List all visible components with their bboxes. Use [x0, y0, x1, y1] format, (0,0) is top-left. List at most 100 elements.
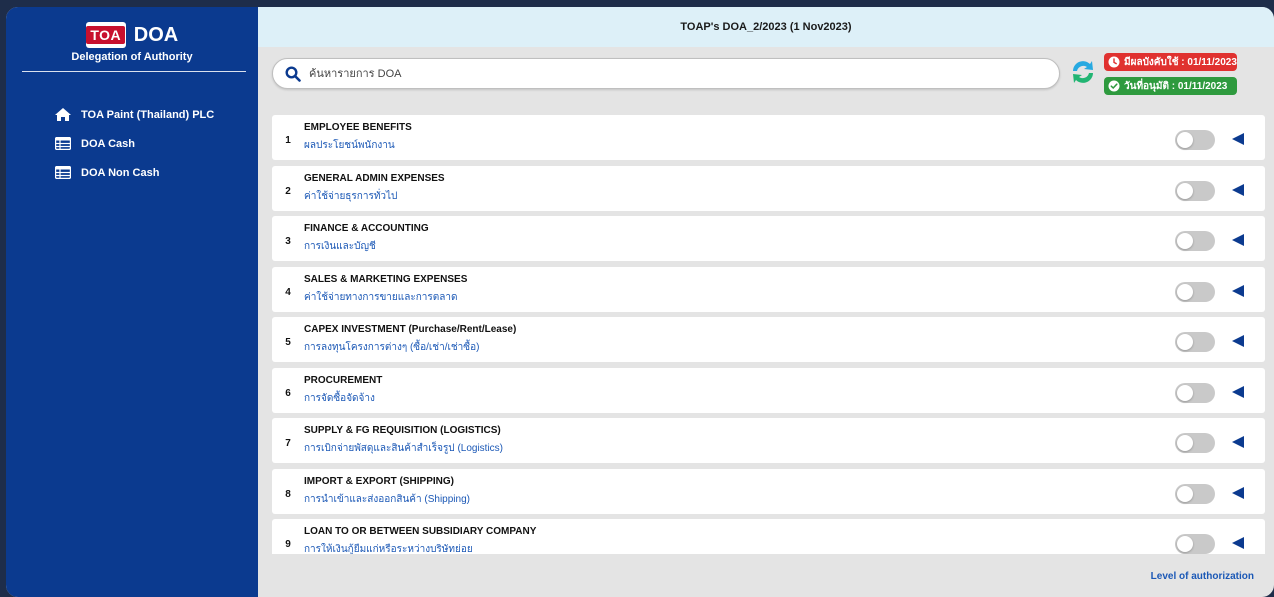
sidebar-item-doa-non-cash[interactable]: DOA Non Cash	[6, 158, 258, 187]
search-bar[interactable]	[272, 58, 1060, 89]
approval-date-badge: วันที่อนุมัติ : 01/11/2023	[1104, 77, 1237, 95]
row-toggle[interactable]	[1175, 130, 1215, 150]
sidebar-item-label: DOA Non Cash	[81, 166, 160, 179]
approval-date-text: วันที่อนุมัติ : 01/11/2023	[1124, 80, 1228, 92]
row-text: CAPEX INVESTMENT (Purchase/Rent/Lease) ก…	[304, 324, 1265, 355]
row-toggle[interactable]	[1175, 281, 1215, 302]
category-name-en: EMPLOYEE BENEFITS	[304, 122, 412, 133]
row-toggle[interactable]	[1175, 433, 1215, 453]
row-toggle[interactable]	[1175, 534, 1215, 554]
category-name-th: ค่าใช้จ่ายธุรการทั่วไป	[304, 190, 398, 202]
category-name-th: การจัดซื้อจัดจ้าง	[304, 392, 375, 404]
expand-arrow-icon[interactable]	[1231, 435, 1245, 449]
category-row[interactable]: 6 PROCUREMENT การจัดซื้อจัดจ้าง	[272, 367, 1265, 413]
expand-arrow-icon[interactable]	[1231, 385, 1245, 399]
app-window: TOA DOA Delegation of Authority TOA Pain…	[6, 7, 1274, 597]
category-name-en: GENERAL ADMIN EXPENSES	[304, 172, 445, 184]
category-name-en: LOAN TO OR BETWEEN SUBSIDIARY COMPANY	[304, 526, 537, 537]
toggle-knob	[1177, 536, 1193, 552]
row-toggle[interactable]	[1175, 180, 1215, 201]
row-toggle[interactable]	[1175, 332, 1215, 352]
home-icon	[54, 108, 72, 122]
row-text: EMPLOYEE BENEFITS ผลประโยชน์พนักงาน	[304, 122, 1265, 153]
row-text: LOAN TO OR BETWEEN SUBSIDIARY COMPANY กา…	[304, 526, 1265, 554]
sidebar-divider	[22, 71, 246, 72]
table-icon	[54, 166, 72, 180]
brand-name: DOA	[133, 23, 179, 46]
effective-date-badge: มีผลบังคับใช้ : 01/11/2023	[1104, 53, 1237, 71]
category-row[interactable]: 3 FINANCE & ACCOUNTING การเงินและบัญชี	[272, 216, 1265, 261]
row-number: 3	[285, 236, 291, 247]
clock-icon	[1108, 56, 1120, 68]
row-text: FINANCE & ACCOUNTING การเงินและบัญชี	[304, 223, 1265, 254]
main-content: TOAP's DOA_2/2023 (1 Nov2023) มีผลบังคับ…	[258, 7, 1274, 597]
check-circle-icon	[1108, 80, 1120, 92]
sidebar-item-toa-paint[interactable]: TOA Paint (Thailand) PLC	[6, 100, 258, 129]
row-text: IMPORT & EXPORT (SHIPPING) การนำเข้าและส…	[304, 476, 1265, 507]
category-name-th: การเบิกจ่ายพัสดุและสินค้าสำเร็จรูป (Logi…	[304, 443, 504, 454]
sidebar-nav: TOA Paint (Thailand) PLC DOA Cash DOA No…	[6, 100, 258, 187]
toggle-knob	[1177, 182, 1193, 199]
table-icon	[54, 137, 72, 151]
level-of-authorization-link[interactable]: Level of authorization	[1151, 571, 1254, 582]
sidebar-item-label: TOA Paint (Thailand) PLC	[81, 108, 215, 121]
toggle-knob	[1177, 485, 1193, 502]
category-row[interactable]: 8 IMPORT & EXPORT (SHIPPING) การนำเข้าแล…	[272, 468, 1265, 514]
category-name-th: การให้เงินกู้ยืมแก่หรือระหว่างบริษัทย่อย	[304, 544, 473, 554]
row-number: 4	[285, 286, 291, 298]
row-number: 2	[285, 185, 291, 197]
category-name-th: การลงทุนโครงการต่างๆ (ซื้อ/เช่า/เช่าซื้อ…	[304, 342, 480, 353]
toggle-knob	[1177, 233, 1193, 249]
expand-arrow-icon[interactable]	[1231, 132, 1245, 146]
row-number: 5	[285, 337, 291, 348]
page-title: TOAP's DOA_2/2023 (1 Nov2023)	[258, 7, 1274, 47]
category-name-en: PROCUREMENT	[304, 374, 383, 386]
search-icon	[285, 65, 301, 82]
doa-category-list: 1 EMPLOYEE BENEFITS ผลประโยชน์พนักงาน 2 …	[272, 115, 1265, 554]
toggle-knob	[1177, 132, 1193, 148]
category-name-en: CAPEX INVESTMENT (Purchase/Rent/Lease)	[304, 324, 517, 335]
category-row[interactable]: 4 SALES & MARKETING EXPENSES ค่าใช้จ่ายท…	[272, 266, 1265, 312]
category-row[interactable]: 2 GENERAL ADMIN EXPENSES ค่าใช้จ่ายธุรกา…	[272, 165, 1265, 211]
row-text: PROCUREMENT การจัดซื้อจัดจ้าง	[304, 375, 1265, 406]
category-name-th: การเงินและบัญชี	[304, 241, 376, 252]
sidebar-item-label: DOA Cash	[81, 137, 135, 150]
expand-arrow-icon[interactable]	[1231, 486, 1245, 500]
expand-arrow-icon[interactable]	[1231, 233, 1245, 247]
brand-subtitle: Delegation of Authority	[71, 51, 193, 63]
category-row[interactable]: 9 LOAN TO OR BETWEEN SUBSIDIARY COMPANY …	[272, 519, 1265, 554]
expand-arrow-icon[interactable]	[1231, 536, 1245, 550]
effective-date-text: มีผลบังคับใช้ : 01/11/2023	[1124, 56, 1237, 68]
row-number: 7	[285, 438, 291, 449]
row-toggle[interactable]	[1175, 483, 1215, 504]
category-row[interactable]: 7 SUPPLY & FG REQUISITION (LOGISTICS) กา…	[272, 418, 1265, 463]
row-text: SUPPLY & FG REQUISITION (LOGISTICS) การเ…	[304, 425, 1265, 456]
category-name-th: ผลประโยชน์พนักงาน	[304, 140, 395, 151]
category-name-en: FINANCE & ACCOUNTING	[304, 223, 429, 234]
row-number: 9	[285, 539, 291, 550]
toa-logo: TOA	[85, 22, 126, 48]
expand-arrow-icon[interactable]	[1231, 183, 1245, 197]
row-text: GENERAL ADMIN EXPENSES ค่าใช้จ่ายธุรการท…	[304, 173, 1265, 204]
row-toggle[interactable]	[1175, 382, 1215, 403]
sidebar-item-doa-cash[interactable]: DOA Cash	[6, 129, 258, 158]
category-name-th: ค่าใช้จ่ายทางการขายและการตลาด	[304, 291, 458, 303]
row-number: 1	[285, 135, 291, 146]
row-number: 6	[285, 387, 291, 399]
category-name-en: IMPORT & EXPORT (SHIPPING)	[304, 475, 455, 487]
toggle-knob	[1177, 334, 1193, 350]
search-input[interactable]	[309, 67, 1059, 80]
toggle-knob	[1177, 435, 1193, 451]
expand-arrow-icon[interactable]	[1231, 334, 1245, 348]
expand-arrow-icon[interactable]	[1231, 284, 1245, 298]
category-name-en: SUPPLY & FG REQUISITION (LOGISTICS)	[304, 425, 501, 436]
toggle-knob	[1177, 283, 1193, 300]
refresh-icon[interactable]	[1068, 57, 1098, 87]
category-row[interactable]: 1 EMPLOYEE BENEFITS ผลประโยชน์พนักงาน	[272, 115, 1265, 160]
row-toggle[interactable]	[1175, 231, 1215, 251]
category-row[interactable]: 5 CAPEX INVESTMENT (Purchase/Rent/Lease)…	[272, 317, 1265, 362]
category-name-en: SALES & MARKETING EXPENSES	[304, 273, 468, 285]
toa-logo-text: TOA	[86, 26, 126, 44]
sidebar: TOA DOA Delegation of Authority TOA Pain…	[6, 7, 258, 597]
row-text: SALES & MARKETING EXPENSES ค่าใช้จ่ายทาง…	[304, 274, 1265, 305]
